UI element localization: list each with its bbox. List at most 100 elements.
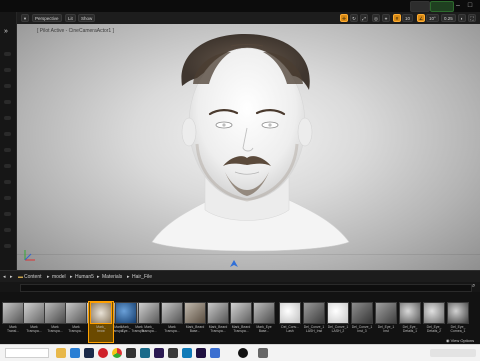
panel-tab[interactable] <box>4 68 11 72</box>
asset-label: Mark_ Eye... <box>121 325 131 333</box>
rotation-snap-value[interactable]: 10° <box>426 14 439 22</box>
asset-tile[interactable]: Mark_Beard Transpa... <box>229 302 253 342</box>
asset-tile-selected[interactable]: Mark_ brow <box>88 301 114 343</box>
panel-tab[interactable] <box>4 116 11 120</box>
panel-tab[interactable] <box>4 228 11 232</box>
app-icon[interactable] <box>210 348 220 358</box>
asset-thumbnail <box>138 302 160 324</box>
scale-tool-icon[interactable]: ⤢ <box>360 14 368 22</box>
level-viewport[interactable]: [ Pilot Active - CineCameraActor1 ] <box>17 24 480 270</box>
head-model <box>151 34 350 252</box>
chrome-icon[interactable] <box>112 348 122 358</box>
asset-tile[interactable]: Del_Conve_1 Inst_3 <box>350 302 374 342</box>
axis-indicator-icon <box>24 250 35 261</box>
panel-tab[interactable] <box>4 196 11 200</box>
asset-thumbnail <box>423 302 445 324</box>
panel-tab[interactable] <box>4 132 11 136</box>
viewport-toolbar: ▾ Perspective Lit Show ✛ ↻ ⤢ ◎ ⌖ # 10 ∠ … <box>17 12 480 24</box>
world-local-icon[interactable]: ◎ <box>372 14 380 22</box>
panel-tab[interactable] <box>4 148 11 152</box>
asset-tile[interactable]: Mark_Eye Base... <box>252 302 276 342</box>
asset-tile[interactable]: Del_Conv... Lash <box>278 302 302 342</box>
asset-thumbnail <box>2 302 24 324</box>
asset-tile[interactable]: Mark Transpa... <box>160 302 184 342</box>
asset-tile[interactable]: Mark_ Transpa... <box>137 302 161 342</box>
source-control-chip[interactable] <box>430 1 454 12</box>
asset-thumbnail <box>161 302 183 324</box>
panel-tab[interactable] <box>4 244 11 248</box>
app-icon[interactable] <box>182 348 192 358</box>
grid-snap-value[interactable]: 10 <box>402 14 414 22</box>
viewport-options-button[interactable]: ▾ <box>21 14 29 22</box>
pivot-gizmo-icon[interactable] <box>229 260 239 270</box>
asset-label: Del_Eye_ Cornea_1 <box>450 325 466 333</box>
asset-tile[interactable]: Mark_ Eye... <box>114 302 138 342</box>
grid-snap-icon[interactable]: # <box>393 14 401 22</box>
panel-tab[interactable] <box>4 52 11 56</box>
asset-thumbnail <box>303 302 325 324</box>
perspective-button[interactable]: Perspective <box>32 14 62 22</box>
panel-tab[interactable] <box>4 180 11 184</box>
edge-browser-icon[interactable] <box>70 348 80 358</box>
search-icon[interactable]: ⌕ <box>472 283 475 290</box>
notification-chip[interactable] <box>410 1 430 12</box>
lit-button[interactable]: Lit <box>65 14 76 22</box>
asset-tile[interactable]: Del_Eye_ Details_2 <box>422 302 446 342</box>
asset-label: Mark_Beard Transpa... <box>208 325 228 333</box>
asset-thumbnail <box>90 302 112 324</box>
asset-tile[interactable]: Mark_Beard Transpa... <box>206 302 230 342</box>
terminal-icon[interactable] <box>126 348 136 358</box>
opera-icon[interactable] <box>98 348 108 358</box>
rotation-snap-icon[interactable]: ∠ <box>417 14 425 22</box>
translate-tool-icon[interactable]: ✛ <box>340 14 348 22</box>
unreal-engine-icon[interactable] <box>238 348 248 358</box>
maya-icon[interactable] <box>140 348 150 358</box>
after-effects-icon[interactable] <box>154 348 164 358</box>
asset-label: Mark_ brow <box>96 325 106 333</box>
asset-thumbnail <box>65 302 87 324</box>
asset-thumbnail <box>399 302 421 324</box>
asset-label: Mark Transpa... <box>164 325 180 333</box>
asset-thumbnail <box>230 302 252 324</box>
asset-thumbnail <box>184 302 206 324</box>
expand-panel-icon[interactable]: » <box>4 28 8 35</box>
asset-tile[interactable]: Del_Eye_1 Inst <box>374 302 398 342</box>
asset-thumbnail <box>207 302 229 324</box>
panel-tab[interactable] <box>4 212 11 216</box>
camera-speed-icon[interactable]: ◐ <box>458 14 466 22</box>
minimize-icon[interactable]: – <box>452 0 464 12</box>
search-assets-input[interactable] <box>20 284 472 292</box>
photoshop-icon[interactable] <box>84 348 94 358</box>
surface-snap-icon[interactable]: ⌖ <box>382 14 390 22</box>
filter-bar: ⌕ <box>0 282 480 292</box>
asset-thumbnail <box>447 302 469 324</box>
asset-thumbnail <box>279 302 301 324</box>
asset-label: Mark_Beard Base... <box>185 325 205 333</box>
maximize-viewport-icon[interactable]: ⛶ <box>468 14 476 22</box>
asset-label: Del_Conv... Lash <box>281 325 299 333</box>
maximize-icon[interactable]: □ <box>464 0 476 12</box>
file-explorer-icon[interactable] <box>56 348 66 358</box>
rotate-tool-icon[interactable]: ↻ <box>350 14 358 22</box>
asset-tile[interactable]: Del_Conve_1 LASH_2 <box>326 302 350 342</box>
asset-tile[interactable]: Del_Conve_1 LASH_Inst <box>302 302 326 342</box>
left-collapsed-panel: » <box>0 12 17 270</box>
panel-tab[interactable] <box>4 100 11 104</box>
app-icon[interactable] <box>258 348 268 358</box>
view-options-button[interactable]: ◉ View Options <box>446 338 474 343</box>
taskbar-search-input[interactable] <box>5 348 49 358</box>
panel-tab[interactable] <box>4 84 11 88</box>
show-button[interactable]: Show <box>78 14 96 22</box>
panel-tab[interactable] <box>4 164 11 168</box>
asset-label: Mark_Beard Transpa... <box>231 325 251 333</box>
asset-tile[interactable]: Mark_Beard Base... <box>183 302 207 342</box>
premiere-icon[interactable] <box>196 348 206 358</box>
asset-thumbnail <box>375 302 397 324</box>
scale-snap-value[interactable]: 0.25 <box>441 14 456 22</box>
cube-app-icon[interactable] <box>168 348 178 358</box>
asset-tile[interactable]: Del_Eye_ Cornea_1 <box>446 302 470 342</box>
asset-tile[interactable]: Del_Eye_ Details_1 <box>398 302 422 342</box>
eye-icon: ◉ <box>446 338 450 343</box>
asset-label: Del_Eye_1 Inst <box>377 325 395 333</box>
os-taskbar <box>0 344 480 361</box>
